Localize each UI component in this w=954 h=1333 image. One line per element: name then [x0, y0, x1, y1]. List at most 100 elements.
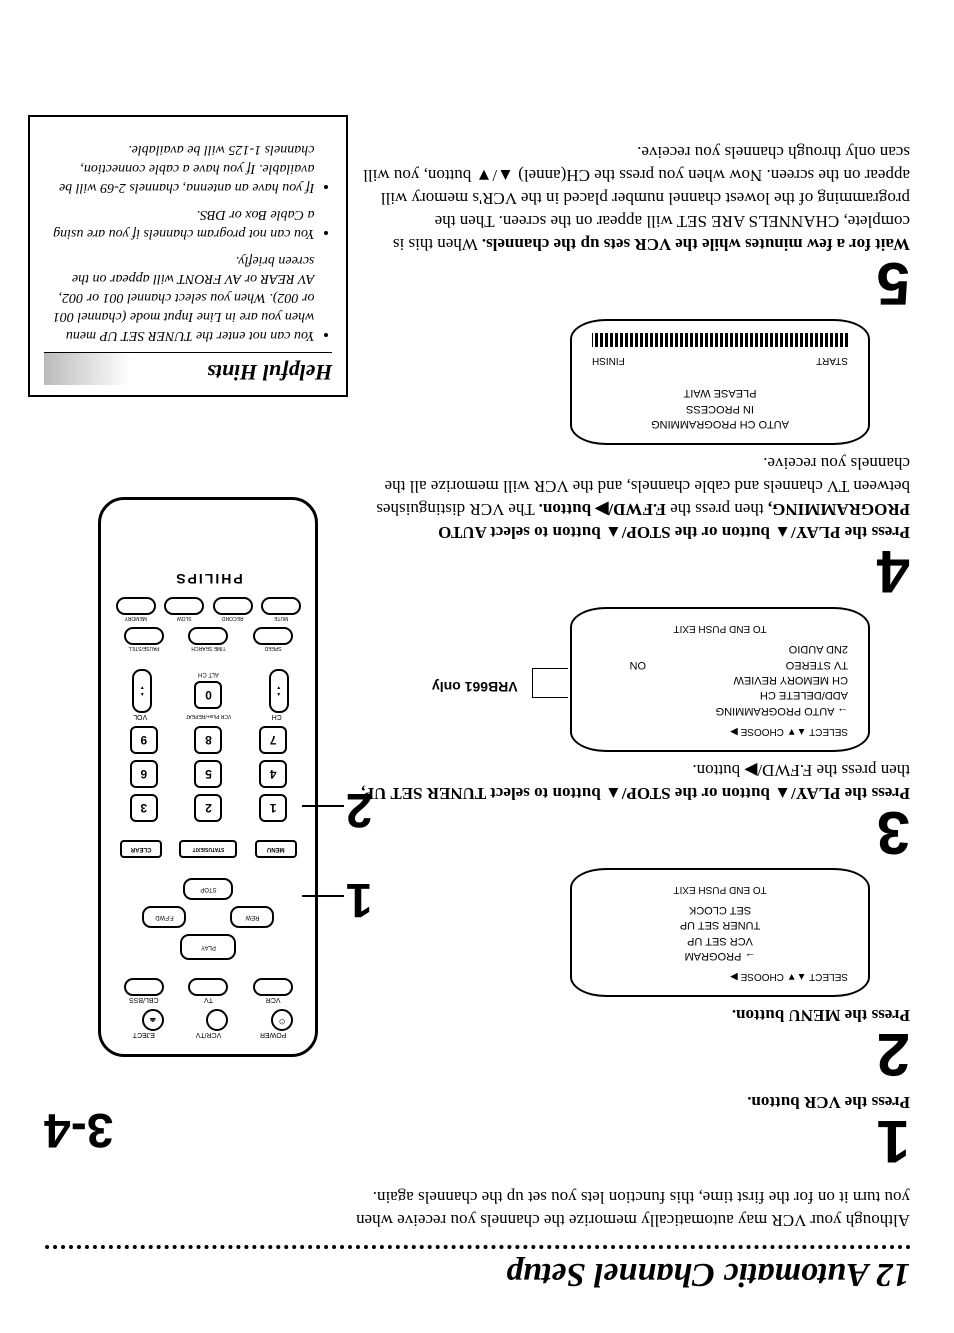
menu-item-program: → PROGRAM [592, 948, 848, 963]
step-2-text: Press the MENU button. [732, 1006, 910, 1025]
remote-label-cblbss: CBL/BSS [124, 996, 164, 1003]
onscreen-menu-tuner: SELECT ▲▼ CHOOSE ▶ → AUTO PROGRAMMING AD… [570, 607, 870, 752]
divider-dots [44, 1245, 910, 1249]
step-4-bold2: F.FWD/▶ button. [539, 500, 666, 519]
hint-3: If you have an antenna, channels 2-69 wi… [44, 139, 314, 196]
remote-label-record: RECORD [222, 615, 244, 621]
menu-header: SELECT ▲▼ CHOOSE ▶ [592, 969, 848, 983]
menu-item-tunersetup: TUNER SET UP [592, 917, 848, 932]
slow-button [164, 597, 204, 615]
remote-label-vcrplus: VCR Plus+/REPEAT [186, 713, 232, 719]
prog-l3: PLEASE WAIT [592, 385, 848, 400]
remote-control-illustration: POWER⏻ VCR/TV EJECT⏏ VCR TV CBL/BSS PLAY… [98, 497, 318, 1057]
step-1-text: Press the VCR button. [747, 1093, 910, 1112]
key-3: 3 [130, 794, 158, 822]
key-7: 7 [259, 726, 287, 754]
tv-mode-button [188, 978, 228, 996]
menu-item-setclock: SET CLOCK [592, 902, 848, 917]
stop-button: STOP [183, 878, 233, 900]
onscreen-menu-main: SELECT ▲▼ CHOOSE ▶ → PROGRAM VCR SET UP … [570, 868, 870, 998]
tuner-item-auto: → AUTO PROGRAMMING [592, 702, 848, 717]
menu-button: MENU [255, 840, 297, 858]
record-button [213, 597, 253, 615]
ch-rocker-icon: ▴▾ [269, 669, 289, 713]
remote-label-memory: MEMORY [125, 615, 147, 621]
step-4-number: 4 [360, 547, 910, 595]
prog-l2: IN PROCESS [592, 400, 848, 415]
menu-footer: TO END PUSH EXIT [592, 882, 848, 896]
remote-label-slow: SLOW [177, 615, 192, 621]
cblbss-mode-button [124, 978, 164, 996]
menu-item-vcrsetup: VCR SET UP [592, 932, 848, 947]
vcr-mode-button [253, 978, 293, 996]
tuner-stereo-on: ON [592, 656, 652, 671]
key-2: 2 [194, 794, 222, 822]
remote-column: 3-4 1 2 POWER⏻ VCR/TV EJECT⏏ VCR TV CBL/… [44, 134, 338, 1177]
remote-label-pause: PAUSE/STILL [128, 645, 159, 651]
remote-brand: PHILIPS [111, 571, 305, 587]
remote-label-vcr: VCR [253, 996, 293, 1003]
ffwd-button: F.FWD [142, 906, 186, 928]
vcrtv-button-icon [206, 1009, 228, 1031]
timesearch-button [188, 627, 228, 645]
step-3-tail: then press the F.FWD/▶ button. [692, 761, 910, 780]
step-5-number: 5 [360, 259, 910, 307]
step-3-number: 3 [360, 808, 910, 856]
tuner-header: SELECT ▲▼ CHOOSE ▶ [592, 724, 848, 738]
remote-label-speed: SPEED [265, 645, 282, 651]
hints-title: Helpful Hints [44, 352, 332, 385]
progress-bar-icon [592, 333, 848, 347]
onscreen-progress: AUTO CH PROGRAMMING IN PROCESS PLEASE WA… [570, 319, 870, 445]
bracket-icon [532, 668, 568, 698]
clear-button: CLEAR [120, 840, 162, 858]
remote-label-power: POWER [253, 1031, 293, 1038]
remote-label-vcrtv: VCR/TV [188, 1031, 228, 1038]
key-6: 6 [130, 760, 158, 788]
prog-l1: AUTO CH PROGRAMMING [592, 416, 848, 431]
page-title: 12 Automatic Channel Setup [44, 1255, 910, 1293]
key-5: 5 [194, 760, 222, 788]
speed-button [253, 627, 293, 645]
hint-1: You can not enter the TUNER SET UP menu … [44, 250, 314, 344]
remote-label-altch: ALT CH [198, 671, 219, 677]
remote-label-eject: EJECT [124, 1031, 164, 1038]
model-note-vrb661: VRB661 only [432, 676, 518, 696]
steps-column: 1 Press the VCR button. 2 Press the MENU… [338, 134, 910, 1177]
remote-label-timesearch: TIME SEARCH [191, 645, 225, 651]
callout-2: 2 [346, 782, 373, 837]
vol-rocker-icon: ▴▾ [132, 669, 152, 713]
callout-3-4: 3-4 [44, 1102, 113, 1157]
key-4: 4 [259, 760, 287, 788]
tuner-item-review: CH MEMORY REVIEW [592, 672, 848, 687]
prog-finish: FINISH [592, 353, 625, 367]
remote-label-tv: TV [188, 996, 228, 1003]
step-4-mid: then press the [666, 500, 768, 519]
pause-button [124, 627, 164, 645]
rew-button: REW [230, 906, 274, 928]
key-8: 8 [194, 726, 222, 754]
hint-2: You can not program channels if you are … [44, 204, 314, 242]
step-1-number: 1 [360, 1117, 910, 1165]
status-exit-button: STATUS/EXIT [179, 840, 237, 858]
power-button-icon: ⏻ [271, 1009, 293, 1031]
memory-button [116, 597, 156, 615]
mute-button [261, 597, 301, 615]
step-2-number: 2 [360, 1030, 910, 1078]
helpful-hints-box: Helpful Hints You can not enter the TUNE… [28, 115, 348, 397]
key-1: 1 [259, 794, 287, 822]
eject-button-icon: ⏏ [142, 1009, 164, 1031]
remote-label-mute: MUTE [274, 615, 288, 621]
intro-paragraph: Although your VCR may automatically memo… [338, 1185, 910, 1231]
callout-1: 1 [346, 872, 373, 927]
step-5-lead: Wait for a few minutes while the VCR set… [482, 235, 910, 254]
key-9: 9 [130, 726, 158, 754]
remote-label-vol: VOL [128, 713, 152, 720]
tuner-item-2ndaudio: 2ND AUDIO [592, 641, 848, 656]
play-button: PLAY [180, 934, 236, 960]
tuner-item-stereo: TV STEREO [652, 656, 848, 671]
step-3-lead: Press the PLAY/▲ button or the STOP/▲ bu… [361, 784, 910, 803]
key-0: 0 [194, 681, 222, 709]
prog-start: START [816, 353, 848, 367]
remote-label-ch: CH [265, 713, 289, 720]
tuner-footer: TO END PUSH EXIT [592, 621, 848, 635]
